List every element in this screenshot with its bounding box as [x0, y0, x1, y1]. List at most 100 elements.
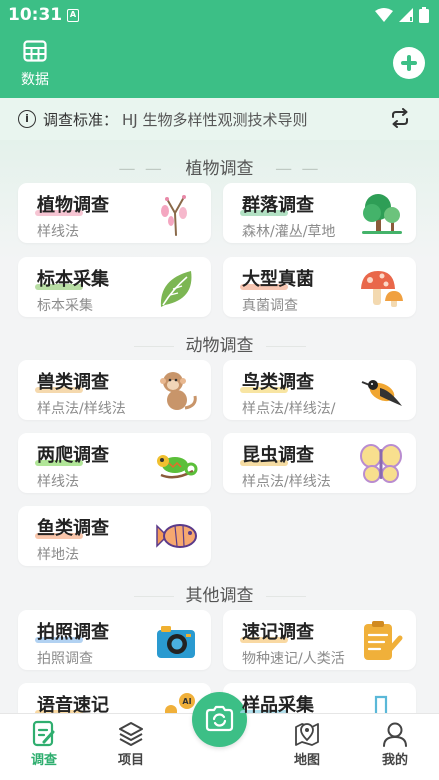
layers-icon — [119, 722, 143, 746]
title-dash-left: — — — [118, 159, 164, 179]
divider — [265, 595, 306, 597]
app-header: 数据 — [0, 32, 439, 98]
monkey-icon — [160, 372, 197, 410]
card-title-text: 鸟类调查 — [242, 372, 314, 393]
card-subtitle: 样点法/样线法 — [37, 401, 126, 417]
card-fungi-survey[interactable]: 大型真菌 真菌调查 — [223, 257, 416, 317]
card-insect-survey[interactable]: 昆虫调查 样点法/样线法 — [223, 433, 416, 493]
card-title: 拍照调查 — [35, 618, 109, 644]
card-herp-survey[interactable]: 两爬调查 样线法 — [18, 433, 211, 493]
bird-icon — [361, 380, 402, 406]
card-subtitle: 真菌调查 — [242, 298, 298, 314]
survey-list[interactable]: — — 植物调查 — — 植物调查 样线法 群落调查 森林/灌丛/草地 标本采集… — [0, 140, 439, 713]
trees-icon — [362, 194, 402, 234]
card-title-text: 速记调查 — [242, 622, 314, 643]
map-pin-icon — [295, 723, 319, 746]
svg-text:AI: AI — [182, 697, 191, 706]
section-title-others: 其他调查 — [0, 581, 439, 606]
survey-icon — [32, 720, 55, 747]
card-specimen-collection[interactable]: 标本采集 标本采集 — [18, 257, 211, 317]
tab-label: 地图 — [293, 753, 320, 768]
card-bird-survey[interactable]: 鸟类调查 样点法/样线法/ — [223, 360, 416, 420]
section-title-text: 其他调查 — [185, 586, 254, 606]
switch-standard-icon[interactable] — [389, 108, 411, 132]
card-title: 群落调查 — [240, 191, 314, 217]
data-button[interactable]: 数据 — [18, 40, 52, 90]
tab-survey[interactable]: 调查 — [14, 720, 74, 768]
test-tube-icon — [374, 695, 388, 713]
section-title-animals: 动物调查 — [0, 331, 439, 356]
card-title: 两爬调查 — [35, 441, 109, 467]
card-title-text: 植物调查 — [37, 195, 109, 216]
standard-value: HJ 生物多样性观测技术导则 — [122, 110, 308, 129]
profile-icon — [383, 722, 407, 747]
card-title-text: 大型真菌 — [242, 269, 314, 290]
survey-standard-bar[interactable]: i 调查标准： HJ 生物多样性观测技术导则 — [0, 98, 439, 140]
card-title: 兽类调查 — [35, 368, 109, 394]
tab-map[interactable]: 地图 — [277, 720, 337, 768]
butterfly-icon — [360, 444, 402, 483]
card-title-text: 群落调查 — [242, 195, 314, 216]
card-subtitle: 森林/灌丛/草地 — [242, 224, 336, 240]
card-title-text: 鱼类调查 — [37, 518, 109, 539]
card-fish-survey[interactable]: 鱼类调查 样地法 — [18, 506, 211, 566]
divider — [133, 595, 174, 597]
signal-icon — [399, 8, 413, 22]
table-grid-icon — [23, 40, 47, 62]
card-title-text: 拍照调查 — [37, 622, 109, 643]
camera-capture-button[interactable] — [192, 692, 247, 747]
card-title-text: 兽类调查 — [37, 372, 109, 393]
status-bar: 10:31 A — [0, 0, 439, 32]
flower-branch-icon — [161, 195, 187, 236]
card-mammal-survey[interactable]: 兽类调查 样点法/样线法 — [18, 360, 211, 420]
card-plant-survey[interactable]: 植物调查 样线法 — [18, 183, 211, 243]
system-icons — [375, 7, 429, 23]
mushroom-icon — [361, 271, 403, 307]
tab-label: 调查 — [30, 753, 57, 768]
status-time: 10:31 — [8, 5, 63, 25]
card-title: 昆虫调查 — [240, 441, 314, 467]
tab-profile[interactable]: 我的 — [365, 720, 425, 768]
chameleon-icon — [157, 455, 198, 479]
tab-label: 我的 — [381, 753, 408, 768]
battery-icon — [419, 7, 429, 23]
card-subtitle: 拍照调查 — [37, 651, 93, 667]
card-community-survey[interactable]: 群落调查 森林/灌丛/草地 — [223, 183, 416, 243]
card-title: 鱼类调查 — [35, 514, 109, 540]
card-subtitle: 样线法 — [37, 224, 79, 240]
card-title-text: 语音速记 — [37, 695, 109, 713]
card-title: 标本采集 — [35, 265, 109, 291]
wifi-icon — [375, 8, 393, 22]
standard-label: 调查标准： — [43, 110, 119, 129]
section-title-text: 动物调查 — [185, 336, 254, 356]
card-title: 植物调查 — [35, 191, 109, 217]
card-title-text: 标本采集 — [37, 269, 109, 290]
card-title: 语音速记 — [35, 691, 109, 713]
card-subtitle: 样点法/样线法 — [242, 474, 331, 490]
divider — [133, 345, 174, 347]
card-title-text: 样品采集 — [242, 695, 314, 713]
card-voice-note[interactable]: 语音速记 AI — [18, 683, 211, 713]
card-subtitle: 物种速记/人类活 — [242, 651, 345, 667]
card-title: 大型真菌 — [240, 265, 314, 291]
notification-badge: A — [67, 9, 79, 22]
notepad-icon — [364, 621, 403, 660]
card-subtitle: 样点法/样线法/ — [242, 401, 336, 417]
info-icon: i — [18, 110, 36, 128]
card-title-text: 昆虫调查 — [242, 445, 314, 466]
section-title-plants: — — 植物调查 — — — [0, 154, 439, 179]
fish-icon — [156, 524, 197, 548]
tab-projects[interactable]: 项目 — [101, 720, 161, 768]
section-title-text: 植物调查 — [185, 159, 254, 179]
card-subtitle: 标本采集 — [37, 298, 93, 314]
card-sample-collection[interactable]: 样品采集 — [223, 683, 416, 713]
add-button[interactable] — [393, 47, 425, 79]
card-quick-note-survey[interactable]: 速记调查 物种速记/人类活 — [223, 610, 416, 670]
tab-label: 项目 — [117, 753, 144, 768]
data-button-label: 数据 — [21, 72, 49, 88]
camera-icon — [157, 626, 195, 658]
leaf-icon — [160, 271, 192, 307]
card-title-text: 两爬调查 — [37, 445, 109, 466]
title-dash-right: — — — [275, 159, 321, 179]
card-photo-survey[interactable]: 拍照调查 拍照调查 — [18, 610, 211, 670]
